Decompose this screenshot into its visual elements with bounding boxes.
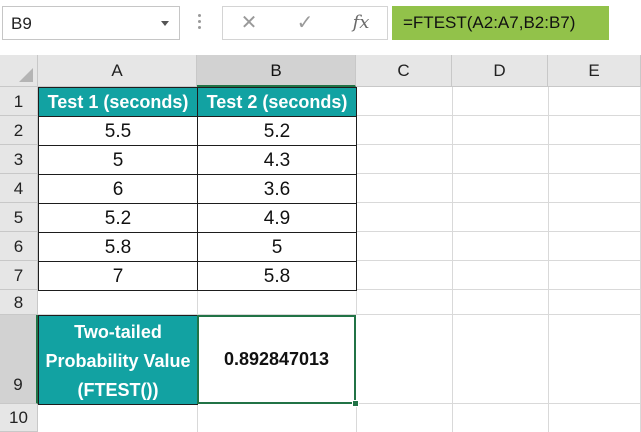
select-all-icon xyxy=(19,68,33,82)
cell-b3[interactable]: 4.3 xyxy=(197,145,357,175)
formula-input[interactable]: =FTEST(A2:A7,B2:B7) xyxy=(392,6,609,40)
column-header-c[interactable]: C xyxy=(356,55,452,87)
row-header-9[interactable]: 9 xyxy=(0,315,38,404)
gridline xyxy=(197,290,198,315)
cell-a2[interactable]: 5.5 xyxy=(38,116,198,146)
formula-bar: B9 ✕ ✓ fx =FTEST(A2:A7,B2:B7) xyxy=(0,0,641,55)
gridline xyxy=(356,404,357,432)
cancel-icon[interactable]: ✕ xyxy=(229,7,269,39)
cell-b5[interactable]: 4.9 xyxy=(197,203,357,233)
row-header-4[interactable]: 4 xyxy=(0,174,38,203)
select-all-button[interactable] xyxy=(0,55,38,87)
cell-b4[interactable]: 3.6 xyxy=(197,174,357,204)
gridline xyxy=(356,290,357,315)
cell-b2[interactable]: 5.2 xyxy=(197,116,357,146)
cell-a6[interactable]: 5.8 xyxy=(38,232,198,262)
gridline xyxy=(197,404,198,432)
enter-icon[interactable]: ✓ xyxy=(285,7,325,39)
cell-b7[interactable]: 5.8 xyxy=(197,261,357,291)
row-header-2[interactable]: 2 xyxy=(0,116,38,145)
cell-a3[interactable]: 5 xyxy=(38,145,198,175)
gridline xyxy=(356,144,641,145)
insert-function-icon[interactable]: fx xyxy=(341,7,381,39)
cell-b6[interactable]: 5 xyxy=(197,232,357,262)
name-box-value: B9 xyxy=(11,14,32,33)
row-header-6[interactable]: 6 xyxy=(0,232,38,261)
column-header-a[interactable]: A xyxy=(38,55,197,87)
gridline xyxy=(356,231,641,232)
fill-handle[interactable] xyxy=(352,400,359,407)
cell-a1[interactable]: Test 1 (seconds) xyxy=(38,87,198,117)
row-header-1[interactable]: 1 xyxy=(0,87,38,116)
cell-a7[interactable]: 7 xyxy=(38,261,198,291)
gridline xyxy=(356,403,641,404)
row-header-10[interactable]: 10 xyxy=(0,404,38,432)
name-box[interactable]: B9 xyxy=(2,6,180,40)
cell-a9[interactable]: Two-tailed Probability Value (FTEST()) xyxy=(38,315,198,405)
gridline xyxy=(356,289,641,290)
cell-b1[interactable]: Test 2 (seconds) xyxy=(197,87,357,117)
cell-b9[interactable]: 0.892847013 xyxy=(197,315,359,407)
cell-a4[interactable]: 6 xyxy=(38,174,198,204)
row-header-8[interactable]: 8 xyxy=(0,290,38,315)
formula-text: =FTEST(A2:A7,B2:B7) xyxy=(403,13,576,32)
gridline xyxy=(356,173,641,174)
spreadsheet-grid: A B C D E 1 2 3 4 5 6 7 8 9 10 Test 1 (s… xyxy=(0,55,641,432)
chevron-down-icon[interactable] xyxy=(161,21,169,26)
column-header-d[interactable]: D xyxy=(452,55,548,87)
gridline xyxy=(356,202,641,203)
column-header-e[interactable]: E xyxy=(548,55,641,87)
row-header-7[interactable]: 7 xyxy=(0,261,38,290)
row-header-5[interactable]: 5 xyxy=(0,203,38,232)
column-header-b[interactable]: B xyxy=(197,55,356,87)
gridline xyxy=(356,260,641,261)
gridline xyxy=(356,115,641,116)
cell-a5[interactable]: 5.2 xyxy=(38,203,198,233)
row-header-3[interactable]: 3 xyxy=(0,145,38,174)
formula-bar-grip-icon[interactable] xyxy=(198,14,202,34)
formula-bar-buttons: ✕ ✓ fx xyxy=(222,6,388,40)
result-value: 0.892847013 xyxy=(223,349,330,369)
